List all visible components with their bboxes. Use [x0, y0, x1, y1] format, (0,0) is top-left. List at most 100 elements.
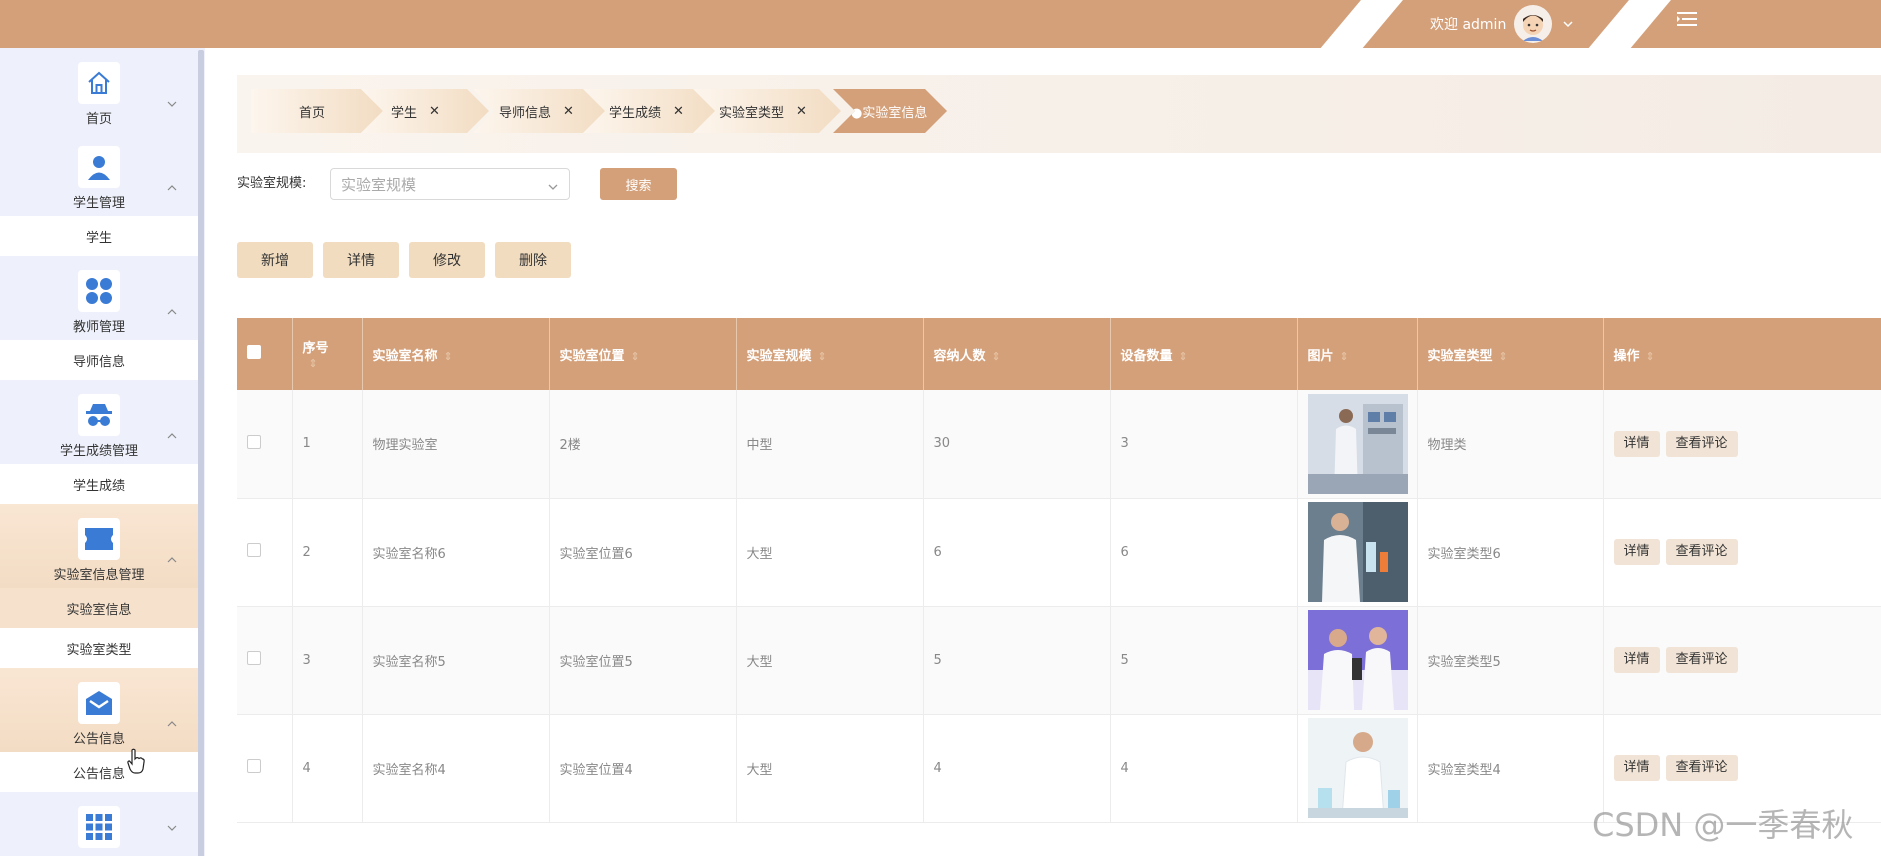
- tab-lab-info[interactable]: ●实验室信息: [833, 89, 947, 133]
- sidebar-subitem-student[interactable]: 学生: [0, 216, 198, 256]
- column-header[interactable]: 序号 ⇕: [292, 318, 363, 390]
- column-header[interactable]: 实验室名称 ⇕: [362, 318, 550, 390]
- column-header[interactable]: 实验室位置 ⇕: [549, 318, 737, 390]
- row-checkbox[interactable]: [247, 759, 261, 773]
- sidebar-subitem-announcement[interactable]: 公告信息: [0, 752, 198, 792]
- row-comment-button[interactable]: 查看评论: [1665, 430, 1738, 457]
- tab-home[interactable]: 首页: [251, 89, 383, 133]
- cell-location: 实验室位置5: [549, 606, 737, 715]
- sidebar-item-more[interactable]: [0, 792, 198, 856]
- sidebar-subitem-lab-type[interactable]: 实验室类型: [0, 628, 198, 668]
- sort-icon[interactable]: ⇕: [1499, 350, 1508, 363]
- row-detail-button[interactable]: 详情: [1613, 755, 1660, 781]
- header-select-all[interactable]: [237, 318, 293, 390]
- cell-name: 实验室名称6: [362, 498, 550, 607]
- mail-icon: [78, 682, 120, 724]
- chevron-down-icon[interactable]: [1560, 16, 1576, 32]
- row-checkbox[interactable]: [247, 543, 261, 557]
- watermark-text: CSDN @一季春秋: [1592, 806, 1854, 844]
- lab-photo[interactable]: [1307, 610, 1408, 710]
- column-header[interactable]: 容纳人数 ⇕: [923, 318, 1111, 390]
- sort-icon[interactable]: ⇕: [444, 350, 453, 363]
- column-header[interactable]: 实验室规模 ⇕: [736, 318, 924, 390]
- row-detail-button[interactable]: 详情: [1613, 539, 1660, 565]
- spy-icon: [78, 394, 120, 436]
- tab-label: 实验室类型: [719, 105, 785, 121]
- lab-photo[interactable]: [1307, 502, 1408, 602]
- avatar[interactable]: [1514, 5, 1553, 43]
- table-row[interactable]: 3 实验室名称5 实验室位置5 大型 5 5 实验室类型5 详情 查看评论: [237, 606, 1881, 715]
- detail-button[interactable]: 详情: [323, 242, 399, 278]
- select-placeholder: 实验室规模: [341, 175, 417, 194]
- sort-icon[interactable]: ⇕: [1646, 350, 1655, 363]
- sidebar-item-home[interactable]: 首页: [0, 48, 198, 132]
- sidebar-item-teacher-management[interactable]: 教师管理: [0, 256, 198, 340]
- lab-table: 序号 ⇕ 实验室名称 ⇕ 实验室位置 ⇕ 实验室规模 ⇕ 容纳人数 ⇕ 设备数量 ⇕ 图片 ⇕…: [237, 318, 1881, 823]
- select-all-checkbox[interactable]: [247, 345, 261, 359]
- sidebar-item-label: 公告信息: [72, 732, 125, 747]
- sidebar-subitem-tutor-info[interactable]: 导师信息: [0, 340, 198, 380]
- tab-lab-type[interactable]: 实验室类型 ✕: [693, 89, 841, 133]
- sort-icon[interactable]: ⇕: [818, 350, 827, 363]
- row-detail-button[interactable]: 详情: [1613, 430, 1660, 457]
- scale-select[interactable]: 实验室规模: [330, 168, 570, 200]
- edit-button[interactable]: 修改: [409, 242, 485, 278]
- sort-icon[interactable]: ⇕: [631, 350, 640, 363]
- sidebar-item-label: 实验室信息管理: [53, 568, 145, 583]
- lab-photo[interactable]: [1307, 393, 1408, 494]
- cell-capacity: 30: [923, 390, 1111, 499]
- sidebar-item-label: 首页: [85, 112, 112, 127]
- sort-icon[interactable]: ⇕: [1340, 350, 1349, 363]
- row-checkbox[interactable]: [247, 434, 261, 449]
- delete-button[interactable]: 删除: [495, 242, 571, 278]
- top-header: 欢迎 admin: [0, 0, 1881, 48]
- row-checkbox[interactable]: [247, 651, 261, 665]
- column-header[interactable]: 操作 ⇕: [1603, 318, 1881, 390]
- sidebar-subitem-grades[interactable]: 学生成绩: [0, 464, 198, 504]
- row-comment-button[interactable]: 查看评论: [1665, 755, 1738, 781]
- cell-index: 2: [292, 498, 363, 607]
- sort-icon[interactable]: ⇕: [309, 357, 318, 370]
- search-button[interactable]: 搜索: [600, 168, 677, 200]
- cell-devices: 5: [1110, 606, 1298, 715]
- column-header[interactable]: 图片 ⇕: [1297, 318, 1418, 390]
- cell-capacity: 6: [923, 498, 1111, 607]
- home-icon: [78, 62, 120, 104]
- chevron-up-icon: [166, 554, 178, 566]
- cell-name: 实验室名称5: [362, 606, 550, 715]
- column-header[interactable]: 实验室类型 ⇕: [1417, 318, 1604, 390]
- sidebar-item-lab-management[interactable]: 实验室信息管理: [0, 504, 198, 588]
- cell-capacity: 5: [923, 606, 1111, 715]
- row-detail-button[interactable]: 详情: [1613, 647, 1660, 673]
- welcome-text: 欢迎 admin: [1430, 17, 1507, 33]
- close-icon[interactable]: ✕: [796, 104, 807, 119]
- table-row[interactable]: 2 实验室名称6 实验室位置6 大型 6 6 实验室类型6 详情 查看评论: [237, 498, 1881, 607]
- cell-name: 物理实验室: [362, 390, 550, 499]
- cell-operations: 详情 查看评论: [1603, 606, 1881, 715]
- cell-location: 2楼: [549, 390, 737, 499]
- sidebar-subitem-lab-info[interactable]: 实验室信息: [0, 588, 198, 628]
- close-icon[interactable]: ✕: [563, 104, 574, 119]
- menu-toggle-icon[interactable]: [1674, 8, 1700, 30]
- row-comment-button[interactable]: 查看评论: [1665, 539, 1738, 565]
- user-menu[interactable]: 欢迎 admin: [1430, 0, 1576, 48]
- cell-operations: 详情 查看评论: [1603, 390, 1881, 499]
- close-icon[interactable]: ✕: [673, 104, 684, 119]
- cell-devices: 6: [1110, 498, 1298, 607]
- add-button[interactable]: 新增: [237, 242, 313, 278]
- table-row[interactable]: 1 物理实验室 2楼 中型 30 3 物理类 详情 查看评论: [237, 390, 1881, 499]
- sidebar-item-announcement[interactable]: 公告信息: [0, 668, 198, 752]
- sort-icon[interactable]: ⇕: [1179, 350, 1188, 363]
- tab-label: 学生: [391, 105, 418, 121]
- breadcrumb-tabs: 首页 学生 ✕ 导师信息 ✕ 学生成绩 ✕ 实验室类型 ✕ ●实验室信息: [237, 75, 1881, 153]
- sidebar-item-label: 学生管理: [72, 196, 125, 211]
- sidebar-item-student-management[interactable]: 学生管理: [0, 132, 198, 216]
- tab-tutor-info[interactable]: 导师信息 ✕: [473, 89, 609, 133]
- sidebar-item-grade-management[interactable]: 学生成绩管理: [0, 380, 198, 464]
- lab-photo[interactable]: [1307, 718, 1408, 818]
- sort-icon[interactable]: ⇕: [992, 350, 1001, 363]
- close-icon[interactable]: ✕: [429, 104, 440, 119]
- row-comment-button[interactable]: 查看评论: [1665, 647, 1738, 673]
- column-header[interactable]: 设备数量 ⇕: [1110, 318, 1298, 390]
- sidebar-scrollbar[interactable]: [198, 50, 204, 856]
